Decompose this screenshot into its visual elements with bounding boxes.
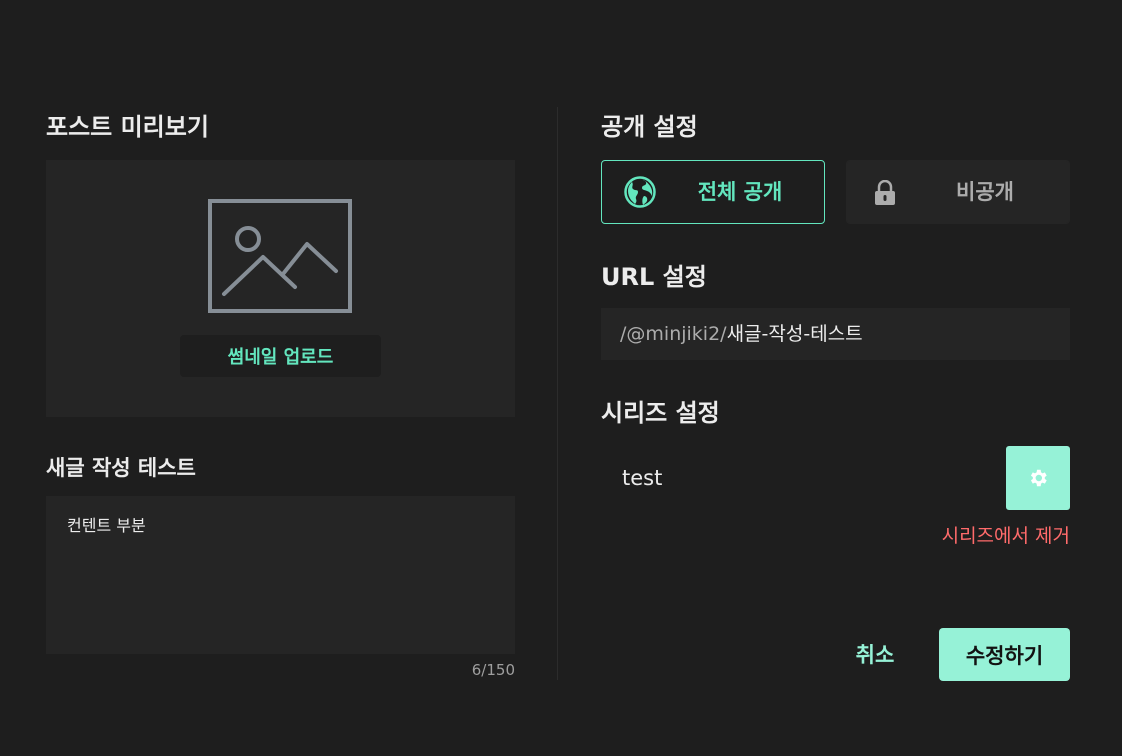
- char-count: 6/150: [471, 661, 515, 679]
- globe-icon: [624, 176, 656, 208]
- gear-icon: [1030, 469, 1047, 487]
- private-option-button[interactable]: 비공개: [846, 160, 1070, 224]
- url-slug: 새글-작성-테스트: [726, 323, 863, 345]
- url-prefix: /@minjiki2/: [620, 323, 727, 345]
- submit-button[interactable]: 수정하기: [939, 628, 1070, 681]
- public-option-button[interactable]: 전체 공개: [601, 160, 825, 224]
- cancel-button[interactable]: 취소: [833, 628, 917, 680]
- thumbnail-upload-button[interactable]: 썸네일 업로드: [180, 335, 381, 377]
- panel-divider: [557, 107, 558, 680]
- public-option-label: 전체 공개: [697, 180, 783, 204]
- visibility-title: 공개 설정: [601, 113, 698, 141]
- post-title: 새글 작성 테스트: [46, 456, 196, 480]
- thumbnail-area[interactable]: 썸네일 업로드: [46, 160, 515, 417]
- private-option-label: 비공개: [956, 180, 1014, 204]
- visibility-options: 전체 공개 비공개: [601, 160, 1070, 224]
- publish-screen: 포스트 미리보기 썸네일 업로드 새글 작성 테스트 컨텐트 부분 6/150 …: [0, 0, 1122, 756]
- remove-from-series-link[interactable]: 시리즈에서 제거: [942, 521, 1070, 548]
- settings-panel: 공개 설정 전체 공개 비공개 URL 설정 /@minjiki2/새글-작성-…: [601, 0, 1070, 756]
- post-preview-title: 포스트 미리보기: [46, 113, 209, 141]
- series-title: 시리즈 설정: [601, 399, 720, 427]
- lock-icon: [875, 180, 895, 205]
- series-settings-button[interactable]: [1006, 446, 1070, 510]
- url-input[interactable]: /@minjiki2/새글-작성-테스트: [601, 308, 1070, 360]
- description-textarea[interactable]: 컨텐트 부분: [46, 496, 515, 654]
- series-name: test: [622, 466, 663, 490]
- image-placeholder-icon: [208, 199, 352, 313]
- url-title: URL 설정: [601, 263, 707, 291]
- post-preview-panel: 포스트 미리보기 썸네일 업로드 새글 작성 테스트 컨텐트 부분 6/150: [46, 0, 515, 756]
